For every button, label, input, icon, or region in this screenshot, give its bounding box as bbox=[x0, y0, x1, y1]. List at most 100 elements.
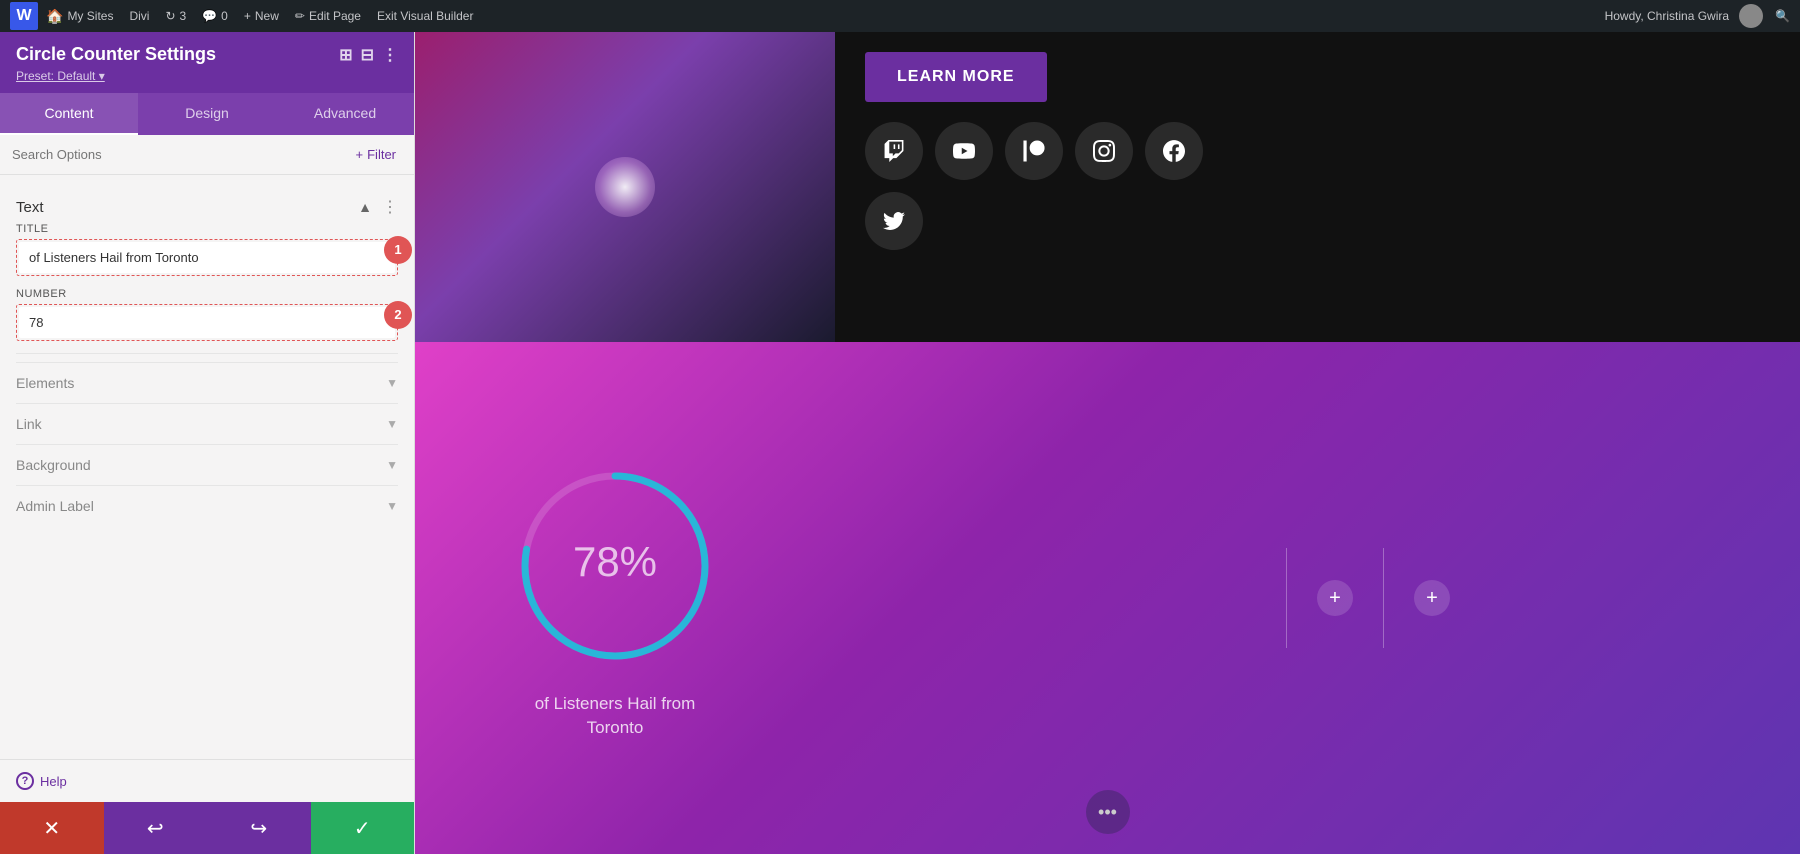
link-chevron: ▼ bbox=[386, 417, 398, 431]
section-text: Text ▲ ⋮ Title 1 Number bbox=[16, 187, 398, 354]
field-group-number: Number 2 bbox=[16, 288, 398, 341]
help-icon: ? bbox=[16, 772, 34, 790]
twitter-row bbox=[865, 192, 1770, 250]
title-input[interactable] bbox=[19, 242, 395, 273]
confirm-button[interactable]: ✓ bbox=[311, 802, 415, 854]
number-input[interactable] bbox=[19, 307, 395, 338]
background-chevron: ▼ bbox=[386, 458, 398, 472]
divider-right bbox=[1383, 548, 1384, 648]
wp-logo-icon: W bbox=[16, 7, 31, 25]
youtube-icon[interactable] bbox=[935, 122, 993, 180]
admin-bar-exit-builder[interactable]: Exit Visual Builder bbox=[369, 0, 482, 32]
updates-icon: ↻ bbox=[165, 9, 175, 23]
elements-chevron: ▼ bbox=[386, 376, 398, 390]
preview-bottom: 78% of Listeners Hail fromToronto + + ••… bbox=[415, 342, 1800, 854]
home-icon: 🏠 bbox=[46, 8, 63, 25]
section-text-menu[interactable]: ⋮ bbox=[382, 197, 398, 217]
admin-label-label: Admin Label bbox=[16, 498, 94, 514]
admin-bar-updates[interactable]: ↻ 3 bbox=[157, 0, 194, 32]
twitch-icon[interactable] bbox=[865, 122, 923, 180]
admin-label-chevron: ▼ bbox=[386, 499, 398, 513]
fullscreen-icon[interactable]: ⊞ bbox=[339, 45, 352, 65]
undo-icon: ↩ bbox=[147, 816, 164, 841]
three-dots-icon: ••• bbox=[1098, 802, 1117, 823]
elements-label: Elements bbox=[16, 375, 74, 391]
preview-area: LEARN MORE bbox=[415, 32, 1800, 854]
add-column-btn-right[interactable]: + bbox=[1414, 580, 1450, 616]
twitter-icon[interactable] bbox=[865, 192, 923, 250]
wp-logo[interactable]: W bbox=[10, 2, 38, 30]
number-field-label: Number bbox=[16, 288, 398, 300]
filter-icon: + bbox=[356, 147, 364, 162]
section-elements[interactable]: Elements ▼ bbox=[16, 362, 398, 403]
cancel-button[interactable]: ✕ bbox=[0, 802, 104, 854]
search-input[interactable] bbox=[12, 147, 350, 162]
tab-design[interactable]: Design bbox=[138, 93, 276, 135]
confirm-icon: ✓ bbox=[354, 816, 371, 841]
preview-image bbox=[415, 32, 835, 342]
circle-counter-svg: 78% bbox=[505, 456, 725, 676]
svg-text:78%: 78% bbox=[573, 538, 657, 585]
learn-more-button[interactable]: LEARN MORE bbox=[865, 52, 1047, 102]
panel-title-text: Circle Counter Settings bbox=[16, 44, 216, 65]
section-admin-label[interactable]: Admin Label ▼ bbox=[16, 485, 398, 526]
preset-label[interactable]: Preset: Default ▾ bbox=[16, 69, 105, 83]
tab-advanced[interactable]: Advanced bbox=[276, 93, 414, 135]
column-dividers: + + bbox=[1286, 548, 1450, 648]
edit-icon: ✏ bbox=[295, 9, 305, 23]
preview-top: LEARN MORE bbox=[415, 32, 1800, 342]
preset-line: Preset: Default ▾ bbox=[16, 69, 398, 83]
title-badge: 1 bbox=[384, 236, 412, 264]
admin-bar-my-sites[interactable]: 🏠 My Sites bbox=[38, 0, 121, 32]
redo-button[interactable]: ↪ bbox=[207, 802, 311, 854]
admin-bar-edit-page[interactable]: ✏ Edit Page bbox=[287, 0, 369, 32]
number-badge: 2 bbox=[384, 301, 412, 329]
panel-footer: ? Help bbox=[0, 759, 414, 802]
admin-bar-new[interactable]: + New bbox=[236, 0, 287, 32]
section-background[interactable]: Background ▼ bbox=[16, 444, 398, 485]
section-link[interactable]: Link ▼ bbox=[16, 403, 398, 444]
wp-admin-bar: W 🏠 My Sites Divi ↻ 3 💬 0 + New ✏ Edit P… bbox=[0, 0, 1800, 32]
action-bar: ✕ ↩ ↪ ✓ bbox=[0, 802, 414, 854]
add-column-btn-left[interactable]: + bbox=[1317, 580, 1353, 616]
main-layout: Circle Counter Settings ⊞ ⊟ ⋮ Preset: De… bbox=[0, 32, 1800, 854]
module-options-button[interactable]: ••• bbox=[1086, 790, 1130, 834]
help-label: Help bbox=[40, 774, 67, 789]
tab-content[interactable]: Content bbox=[0, 93, 138, 135]
more-options-icon[interactable]: ⋮ bbox=[382, 45, 398, 65]
cancel-icon: ✕ bbox=[43, 816, 60, 841]
facebook-icon[interactable] bbox=[1145, 122, 1203, 180]
section-text-title: Text bbox=[16, 199, 44, 216]
undo-button[interactable]: ↩ bbox=[104, 802, 208, 854]
search-bar: + Filter bbox=[0, 135, 414, 175]
panel-tabs: Content Design Advanced bbox=[0, 93, 414, 135]
preview-gradient-bg bbox=[415, 32, 835, 342]
preview-social-area: LEARN MORE bbox=[835, 32, 1800, 342]
circle-counter-title: of Listeners Hail fromToronto bbox=[535, 692, 696, 740]
help-button[interactable]: ? Help bbox=[16, 772, 398, 790]
settings-panel: Circle Counter Settings ⊞ ⊟ ⋮ Preset: De… bbox=[0, 32, 415, 854]
patreon-icon[interactable] bbox=[1005, 122, 1063, 180]
number-input-wrap bbox=[16, 304, 398, 341]
filter-button[interactable]: + Filter bbox=[350, 145, 402, 164]
columns-icon[interactable]: ⊟ bbox=[361, 45, 374, 65]
user-greeting: Howdy, Christina Gwira bbox=[1605, 9, 1729, 23]
section-text-chevron: ▲ bbox=[358, 199, 372, 215]
comments-icon: 💬 bbox=[202, 9, 217, 23]
search-icon[interactable]: 🔍 bbox=[1775, 9, 1790, 23]
admin-bar-comments[interactable]: 💬 0 bbox=[194, 0, 236, 32]
admin-bar-user: Howdy, Christina Gwira 🔍 bbox=[1605, 4, 1790, 28]
user-avatar bbox=[1739, 4, 1763, 28]
preview-light-effect bbox=[595, 157, 655, 217]
title-input-wrap bbox=[16, 239, 398, 276]
circle-counter: 78% of Listeners Hail fromToronto bbox=[505, 456, 725, 740]
plus-icon: + bbox=[244, 9, 251, 23]
social-icons-row bbox=[865, 122, 1770, 180]
instagram-icon[interactable] bbox=[1075, 122, 1133, 180]
section-text-header[interactable]: Text ▲ ⋮ bbox=[16, 187, 398, 223]
admin-bar-divi[interactable]: Divi bbox=[121, 0, 157, 32]
background-label: Background bbox=[16, 457, 91, 473]
title-field-label: Title bbox=[16, 223, 398, 235]
panel-title-icons: ⊞ ⊟ ⋮ bbox=[339, 45, 398, 65]
panel-content: Text ▲ ⋮ Title 1 Number bbox=[0, 175, 414, 759]
